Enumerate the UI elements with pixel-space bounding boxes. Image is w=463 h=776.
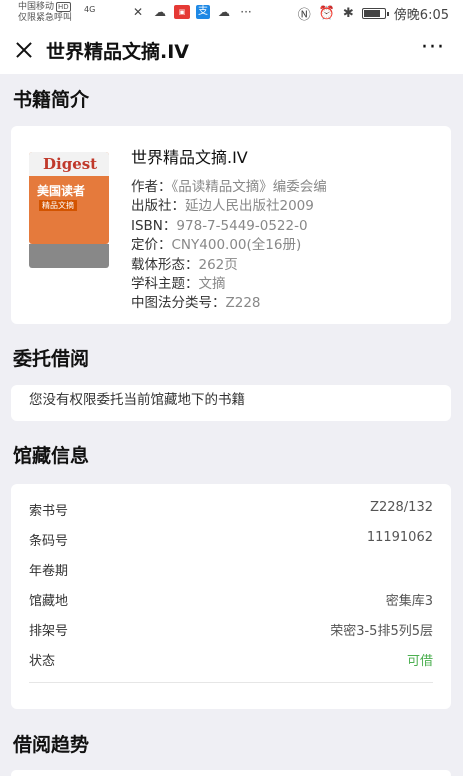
muted-icon: ✕ <box>132 5 144 19</box>
hd-badge: HD <box>56 2 71 12</box>
section-title-holdings: 馆藏信息 <box>13 445 90 467</box>
book-author: 作者：《品读精品文摘》编委会编 <box>131 179 327 195</box>
section-title-delegate: 委托借阅 <box>13 348 90 370</box>
cloud-icon: ☁ <box>218 5 230 19</box>
holding-row-shelf: 排架号 荣密3-5排5列5层 <box>29 624 433 639</box>
more-options-button[interactable]: ··· <box>421 37 445 59</box>
cover-subtitle: 精品文摘 <box>39 200 77 211</box>
alipay-icon: 支 <box>196 5 210 19</box>
delegate-card: 您没有权限委托当前馆藏地下的书籍 <box>11 385 451 421</box>
section-title-book-intro: 书籍简介 <box>13 89 90 111</box>
alarm-icon: ⏰ <box>318 6 335 21</box>
section-title-trend: 借阅趋势 <box>13 734 90 756</box>
book-isbn: ISBN：978-7-5449-0522-0 <box>131 218 308 234</box>
book-classification: 中图法分类号：Z228 <box>131 295 261 311</box>
book-info-card: Digest 美国读者 精品文摘 世界精品文摘.IV 作者：《品读精品文摘》编委… <box>11 126 451 324</box>
book-form: 载体形态：262页 <box>131 257 238 273</box>
page-title: 世界精品文摘.IV <box>46 41 189 63</box>
holding-row-status: 状态 可借 <box>29 650 433 670</box>
bluetooth-icon: ✱ <box>342 6 354 21</box>
nfc-icon: Ⓝ <box>297 8 311 23</box>
notification-icons: ✕ ☁ ▣ 支 ☁ ··· <box>130 5 254 19</box>
holdings-card: 索书号 Z228/132 条码号 11191062 年卷期 馆藏地 密集库3 排… <box>11 484 451 709</box>
system-status: Ⓝ ⏰ ✱ 傍晚6:05 <box>298 4 449 23</box>
navigation-bar: 世界精品文摘.IV ··· <box>0 26 463 74</box>
network-type: 4G <box>84 5 96 14</box>
book-title: 世界精品文摘.IV <box>131 148 248 167</box>
holding-row-location: 馆藏地 密集库3 <box>29 594 433 609</box>
news-app-icon: ▣ <box>174 5 190 19</box>
wechat-icon: ☁ <box>154 5 166 19</box>
holding-row-volume: 年卷期 <box>29 564 69 579</box>
cover-shadow <box>29 244 109 268</box>
more-notifications-icon: ··· <box>240 5 252 19</box>
carrier-info: 中国移动 HD 仅限紧急呼叫 <box>18 2 72 24</box>
cover-title-cn: 美国读者 <box>37 184 86 198</box>
divider <box>29 682 433 683</box>
holding-row-barcode: 条码号 11191062 <box>29 530 433 549</box>
book-subject: 学科主题：文摘 <box>131 276 226 292</box>
clock-time: 傍晚6:05 <box>393 8 449 23</box>
close-icon[interactable] <box>12 38 36 62</box>
emergency-text: 仅限紧急呼叫 <box>18 13 73 23</box>
book-cover-image[interactable]: Digest 美国读者 精品文摘 <box>29 152 109 244</box>
status-badge: 可借 <box>406 654 433 669</box>
status-bar: 中国移动 HD 仅限紧急呼叫 4G ✕ ☁ ▣ 支 ☁ ··· Ⓝ ⏰ ✱ 傍晚6… <box>0 0 463 26</box>
book-publisher: 出版社：延边人民出版社2009 <box>131 198 314 214</box>
delegate-permission-message: 您没有权限委托当前馆藏地下的书籍 <box>29 392 245 408</box>
battery-icon <box>361 8 389 19</box>
carrier-name: 中国移动 <box>18 2 55 12</box>
cover-title-en: Digest <box>43 155 98 173</box>
holding-row-call-number: 索书号 Z228/132 <box>29 500 433 519</box>
trend-card <box>11 770 451 776</box>
book-price: 定价：CNY400.00(全16册) <box>131 237 302 253</box>
